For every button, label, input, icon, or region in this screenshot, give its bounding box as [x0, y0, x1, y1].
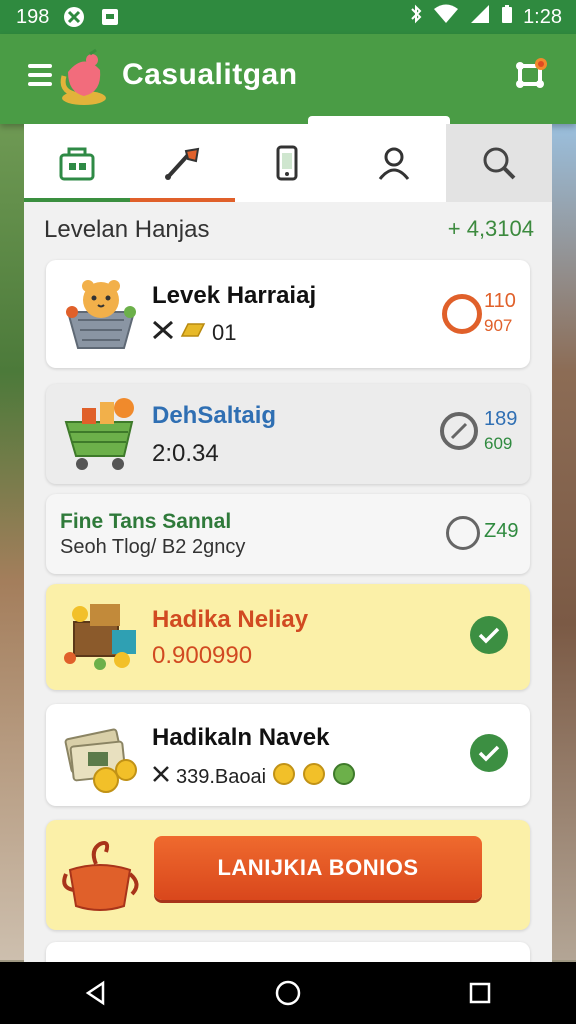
signal-icon	[469, 4, 491, 30]
settings-network-button[interactable]	[512, 56, 548, 92]
card-subtitle: 339.Baoai	[176, 765, 267, 788]
coin-icon	[302, 762, 326, 792]
card-subtitle: 0.900990	[152, 642, 253, 669]
menu-icon	[28, 64, 52, 68]
home-icon	[275, 980, 301, 1006]
bonus-card: LANIJKIA BONIOS	[46, 820, 530, 930]
status-ring-icon	[442, 294, 482, 334]
tab-phone[interactable]	[235, 124, 341, 202]
wifi-icon	[433, 4, 459, 30]
recents-button[interactable]	[450, 968, 510, 1018]
list-item[interactable]: Hadika Neliay 0.900990	[46, 584, 530, 690]
green-coin-icon	[332, 762, 356, 792]
back-button[interactable]	[66, 968, 126, 1018]
basket-cat-icon	[60, 272, 142, 354]
card-title: Fine Tans Sannal	[60, 510, 232, 533]
card-value-primary: 110	[484, 290, 516, 312]
list-item[interactable]: Hadikaln Navek 339.Baoai	[46, 704, 530, 806]
card-title: Hadika Neliay	[152, 606, 309, 633]
status-time-right: 1:28	[523, 5, 562, 28]
check-icon	[470, 616, 508, 654]
tab-search[interactable]	[446, 124, 552, 202]
background-left	[0, 120, 26, 960]
card-value-primary: 189	[484, 408, 518, 430]
tab-profile[interactable]	[341, 124, 447, 202]
status-time-left: 198	[16, 5, 50, 28]
card-subtitle: 01	[212, 320, 237, 345]
settings-network-icon	[516, 58, 547, 88]
card-title: DehSaltaig	[152, 402, 277, 429]
check-icon	[470, 734, 508, 772]
gold-bars-icon	[180, 320, 206, 346]
card-subtitle: 2:0.34	[152, 440, 219, 467]
tab-bar	[24, 124, 552, 202]
top-tab-indicator	[308, 116, 450, 124]
list-item[interactable]: Fine Tans Sannal Seoh Tlog/ B2 2gncy Z49	[46, 494, 530, 574]
battery-icon	[501, 4, 513, 30]
app-title: Casualitgan	[122, 58, 298, 91]
section-value: + 4,3104	[447, 216, 534, 241]
coin-icon	[272, 762, 296, 792]
bluetooth-icon	[409, 4, 423, 30]
tools-icon	[152, 320, 174, 346]
card-title: Hadikaln Navek	[152, 724, 330, 751]
card-value-primary: Z49	[484, 520, 519, 542]
tab-paint[interactable]	[129, 124, 236, 202]
card-value-secondary: 907	[484, 316, 513, 335]
claim-bonus-button[interactable]: LANIJKIA BONIOS	[154, 836, 482, 900]
status-bar: 198 1:28	[0, 0, 576, 34]
app-logo-icon	[56, 48, 112, 108]
back-icon	[85, 980, 105, 1006]
paint-brush-icon	[165, 147, 200, 180]
tools-icon	[152, 765, 170, 789]
status-ring-icon	[446, 516, 480, 550]
background-right	[550, 120, 576, 960]
card-title: Levek Harraiaj	[152, 282, 317, 309]
home-button[interactable]	[258, 968, 318, 1018]
no-disturb-icon	[63, 6, 85, 28]
main-panel: Levelan Hanjas + 4,3104 Levek Harraiaj 0…	[24, 124, 552, 982]
list-item[interactable]: DehSaltaig 2:0.34 189 609	[46, 384, 530, 484]
tab-store[interactable]	[24, 124, 130, 202]
profile-icon	[378, 147, 409, 180]
shopping-cart-icon	[60, 392, 142, 474]
section-title: Levelan Hanjas	[44, 216, 210, 243]
phone-icon	[276, 145, 298, 181]
teapot-icon	[60, 834, 142, 916]
card-value-secondary: 609	[484, 434, 513, 453]
money-stack-icon	[60, 716, 142, 798]
list-item[interactable]: Levek Harraiaj 01 110 907	[46, 260, 530, 368]
app-bar: Casualitgan	[0, 34, 576, 124]
recents-icon	[469, 982, 491, 1004]
card-subtitle: Seoh Tlog/ B2 2gncy	[60, 536, 246, 558]
sim-icon	[99, 6, 121, 28]
store-icon	[59, 147, 95, 181]
system-nav-bar	[0, 962, 576, 1024]
status-ring-icon	[440, 412, 478, 450]
search-icon	[483, 147, 516, 180]
treasure-chest-icon	[60, 594, 142, 676]
menu-button[interactable]	[28, 64, 52, 86]
